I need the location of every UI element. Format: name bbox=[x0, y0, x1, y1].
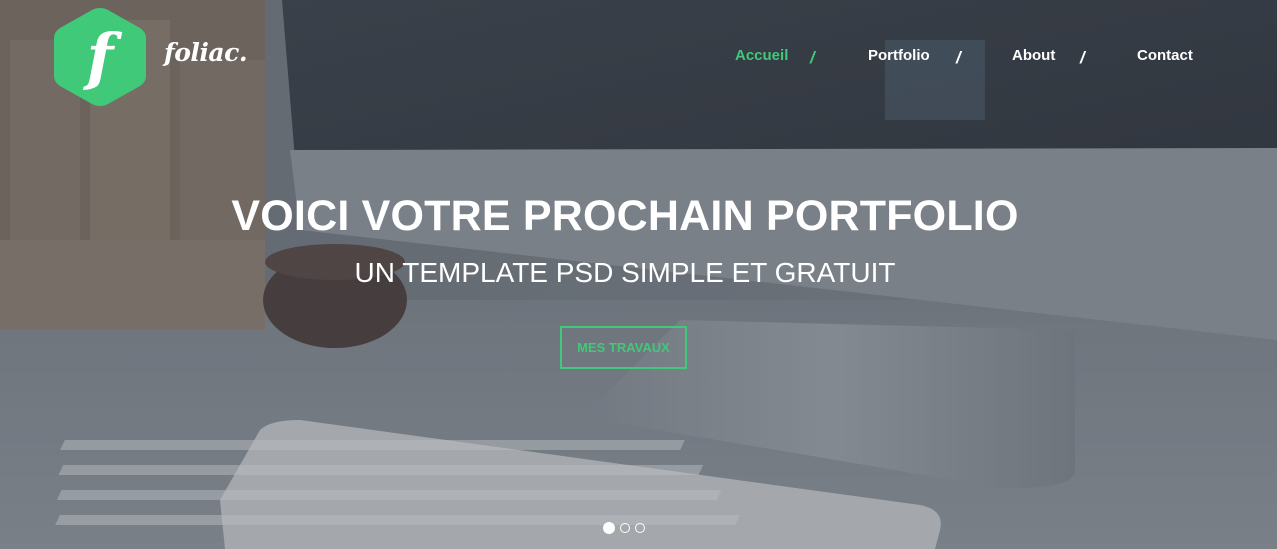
hero-section: f foliac. Accueil / Portfolio / About / … bbox=[0, 0, 1277, 549]
hero-title: VOICI VOTRE PROCHAIN PORTFOLIO bbox=[231, 192, 1019, 240]
nav-item-accueil[interactable]: Accueil bbox=[735, 45, 788, 67]
slider-dot-2[interactable] bbox=[620, 523, 630, 533]
nav-separator: / bbox=[956, 48, 961, 67]
main-navigation: Accueil / Portfolio / About / Contact bbox=[0, 45, 1277, 69]
nav-item-about[interactable]: About bbox=[1012, 45, 1055, 67]
nav-separator: / bbox=[1080, 48, 1085, 67]
hero-subtitle: UN TEMPLATE PSD SIMPLE ET GRATUIT bbox=[354, 257, 896, 288]
slider-dot-3[interactable] bbox=[635, 523, 645, 533]
mes-travaux-button[interactable]: MES TRAVAUX bbox=[560, 326, 687, 369]
nav-separator: / bbox=[810, 48, 815, 67]
nav-item-contact[interactable]: Contact bbox=[1137, 45, 1193, 67]
nav-item-portfolio[interactable]: Portfolio bbox=[868, 45, 930, 67]
slider-dot-1[interactable] bbox=[603, 522, 615, 534]
